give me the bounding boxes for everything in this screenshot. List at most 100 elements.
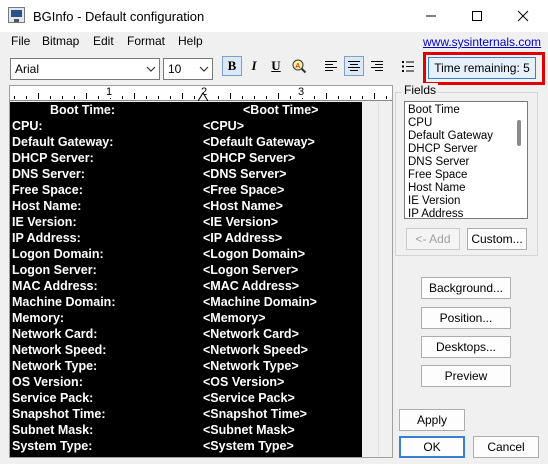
info-row: Host Name: <Host Name> <box>10 198 362 214</box>
custom-field-button[interactable]: Custom... <box>467 228 527 250</box>
info-row-value: <Boot Time> <box>243 103 319 117</box>
info-row-value: <Network Type> <box>203 359 299 373</box>
menu-format[interactable]: Format <box>127 34 165 48</box>
info-row-value: <DNS Server> <box>203 167 287 181</box>
scrollbar-thumb[interactable] <box>517 120 521 146</box>
info-row: Subnet Mask: <Subnet Mask> <box>10 422 362 438</box>
info-row: CPU: <CPU> <box>10 118 362 134</box>
info-row-value: <Machine Domain> <box>203 295 317 309</box>
info-row: DNS Server: <DNS Server> <box>10 166 362 182</box>
field-list-item[interactable]: Host Name <box>408 182 466 194</box>
window-title: BGInfo - Default configuration <box>33 9 205 24</box>
menu-help[interactable]: Help <box>178 34 203 48</box>
menu-bitmap[interactable]: Bitmap <box>42 34 79 48</box>
fields-listbox[interactable]: Boot Time CPU Default Gateway DHCP Server DN… <box>404 101 528 219</box>
font-color-button[interactable]: A <box>289 56 309 76</box>
field-list-item[interactable]: DHCP Server <box>408 143 477 155</box>
desktops-button[interactable]: Desktops... <box>421 336 511 358</box>
info-row-value: <IP Address> <box>203 231 283 245</box>
font-name-value: Arial <box>15 62 40 76</box>
cancel-button[interactable]: Cancel <box>473 436 539 458</box>
info-row-label: MAC Address: <box>12 279 98 293</box>
svg-text:A: A <box>296 63 301 70</box>
info-row-label: Subnet Mask: <box>12 423 94 437</box>
info-row-value: <IE Version> <box>203 215 279 229</box>
apply-button[interactable]: Apply <box>399 409 465 431</box>
font-size-combo[interactable]: 10 <box>163 58 213 80</box>
maximize-button[interactable] <box>454 0 500 32</box>
info-row-label: Logon Server: <box>12 263 97 277</box>
font-name-combo[interactable]: Arial <box>10 58 160 80</box>
info-row: Snapshot Time: <Snapshot Time> <box>10 406 362 422</box>
ruler-tab-stop-icon[interactable] <box>198 93 208 101</box>
close-button[interactable] <box>500 0 546 32</box>
info-row-value: <Free Space> <box>203 183 285 197</box>
info-row: System Type: <System Type> <box>10 438 362 454</box>
sysinternals-link[interactable]: www.sysinternals.com <box>423 35 541 49</box>
field-list-item[interactable]: DNS Server <box>408 156 469 168</box>
info-row: Boot Time: <Boot Time> <box>10 102 362 118</box>
position-button[interactable]: Position... <box>421 307 511 329</box>
menu-file[interactable]: File <box>11 34 30 48</box>
minimize-button[interactable] <box>408 0 454 32</box>
info-row: Machine Domain: <Machine Domain> <box>10 294 362 310</box>
info-row-value: <Network Card> <box>203 327 299 341</box>
menu-edit[interactable]: Edit <box>93 34 114 48</box>
info-editor[interactable]: Boot Time: <Boot Time> CPU: <CPU> Default Ga… <box>10 102 362 457</box>
info-row-value: <Memory> <box>203 311 266 325</box>
info-row-value: <Subnet Mask> <box>203 423 295 437</box>
field-list-item[interactable]: IE Version <box>408 195 460 207</box>
app-icon <box>8 7 25 23</box>
info-row-label: Free Space: <box>12 183 83 197</box>
align-left-button[interactable] <box>321 56 341 76</box>
align-right-button[interactable] <box>367 56 387 76</box>
align-center-button[interactable] <box>344 56 364 76</box>
bold-button[interactable]: B <box>222 56 242 76</box>
info-row: Service Pack: <Service Pack> <box>10 390 362 406</box>
chevron-down-icon <box>146 66 156 72</box>
maximize-icon <box>472 11 482 21</box>
info-row-value: <OS Version> <box>203 375 285 389</box>
info-row-label: Network Type: <box>12 359 98 373</box>
field-list-item[interactable]: Boot Time <box>408 104 460 116</box>
info-row-label: OS Version: <box>12 375 83 389</box>
field-list-item[interactable]: IP Address <box>408 208 463 218</box>
info-row: Free Space: <Free Space> <box>10 182 362 198</box>
info-row: Network Speed: <Network Speed> <box>10 342 362 358</box>
info-row-label: IP Address: <box>12 231 81 245</box>
info-row-value: <System Type> <box>203 439 294 453</box>
fields-scrollbar[interactable] <box>514 102 527 218</box>
bullet-list-icon <box>402 60 414 72</box>
info-row: OS Version: <OS Version> <box>10 374 362 390</box>
align-left-icon <box>325 61 337 71</box>
info-row: Logon Server: <Logon Server> <box>10 262 362 278</box>
field-list-item[interactable]: Free Space <box>408 169 467 181</box>
underline-button[interactable]: U <box>266 56 286 76</box>
background-button[interactable]: Background... <box>421 277 511 299</box>
time-remaining-button[interactable]: Time remaining: 5 <box>428 57 536 79</box>
align-right-icon <box>371 61 383 71</box>
add-field-button[interactable]: <- Add <box>406 228 460 250</box>
editor-scrollbar[interactable] <box>378 102 392 457</box>
info-row-label: Service Pack: <box>12 391 94 405</box>
underline-icon: U <box>271 58 281 73</box>
italic-button[interactable]: I <box>244 56 264 76</box>
field-list-item[interactable]: Default Gateway <box>408 130 493 142</box>
field-list-item[interactable]: CPU <box>408 117 432 129</box>
info-row-value: <MAC Address> <box>203 279 300 293</box>
ruler-mark-1: 1 <box>106 86 113 98</box>
info-row-label: Host Name: <box>12 199 82 213</box>
info-row-label: CPU: <box>12 119 43 133</box>
ruler: 1 2 3 <box>10 86 392 101</box>
info-row: IP Address: <IP Address> <box>10 230 362 246</box>
info-row-value: <Logon Domain> <box>203 247 306 261</box>
info-row-label: System Type: <box>12 439 93 453</box>
close-icon <box>517 10 529 22</box>
info-row-label: Machine Domain: <box>12 295 116 309</box>
info-row-value: <Logon Server> <box>203 263 299 277</box>
preview-button[interactable]: Preview <box>421 365 511 387</box>
ok-button[interactable]: OK <box>399 436 465 458</box>
info-row: Network Card: <Network Card> <box>10 326 362 342</box>
bullet-list-button[interactable] <box>398 56 418 76</box>
info-row-label: DNS Server: <box>12 167 85 181</box>
